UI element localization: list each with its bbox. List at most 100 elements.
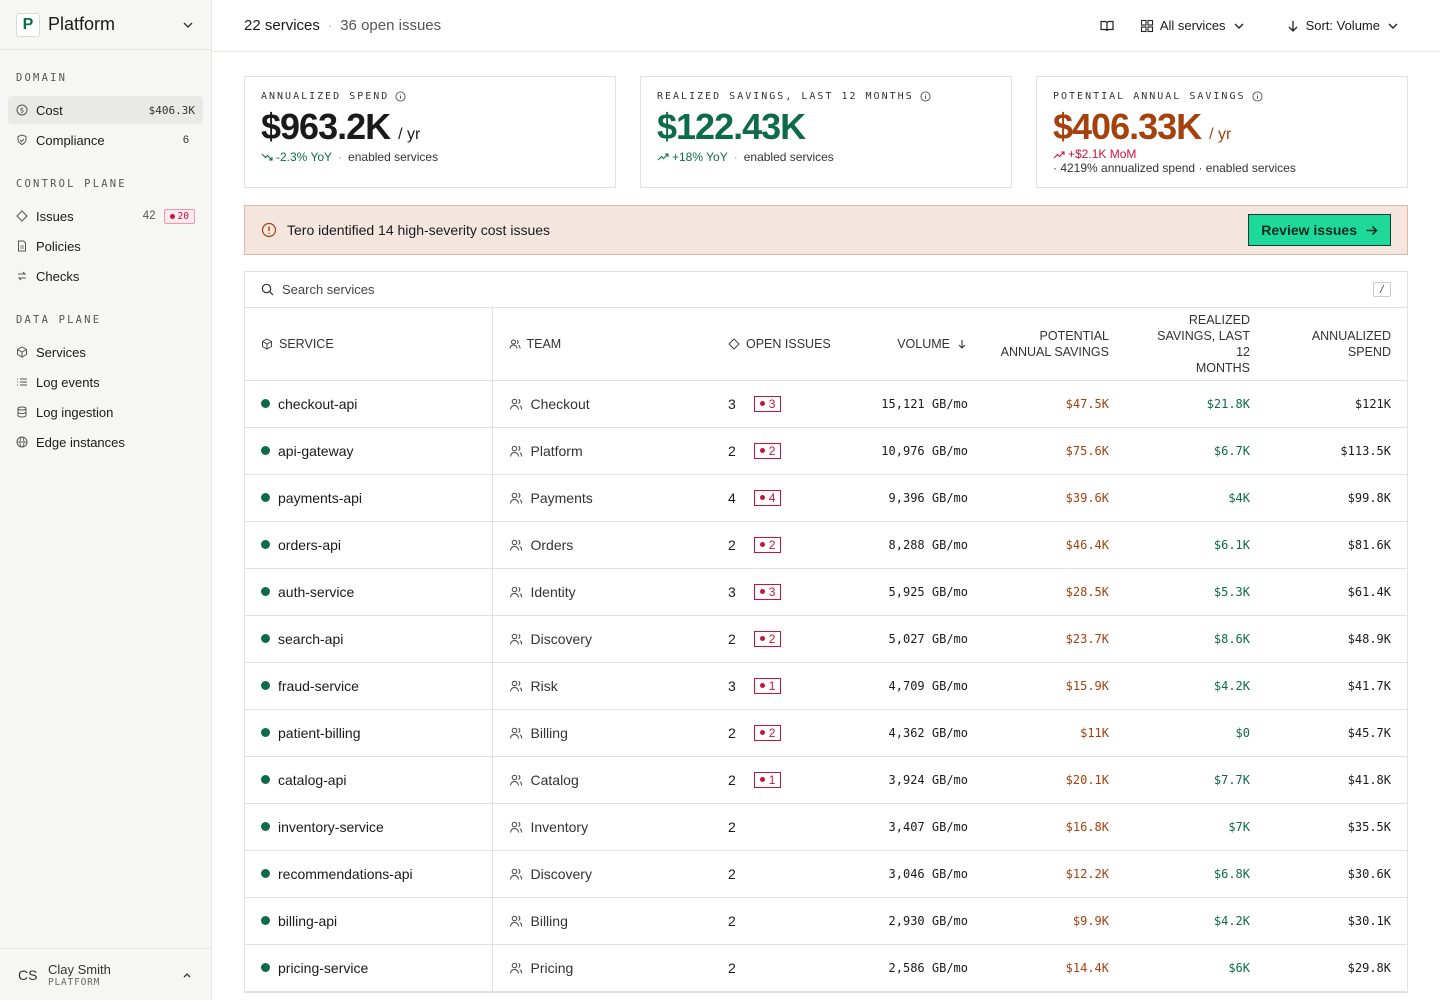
severity-dot-icon — [759, 683, 765, 688]
table-row[interactable]: orders-api Orders 22 8,288 GB/mo $46.4K … — [245, 521, 1407, 569]
volume-cell: 5,925 GB/mo — [858, 568, 984, 616]
open-issues-cell: 33 — [686, 568, 858, 616]
team-cell: Discovery — [492, 850, 686, 898]
issue-count: 2 — [728, 442, 736, 459]
info-icon[interactable] — [1251, 91, 1263, 102]
sidebar-item-services[interactable]: Services — [8, 338, 203, 366]
workspace-switcher[interactable]: P Platform — [0, 0, 211, 50]
service-cell: catalog-api — [245, 756, 493, 804]
issue-count: 3 — [728, 395, 736, 412]
service-name[interactable]: api-gateway — [278, 443, 354, 459]
service-name[interactable]: auth-service — [278, 584, 354, 600]
table-row[interactable]: payments-api Payments 44 9,396 GB/mo $39… — [245, 474, 1407, 522]
sidebar-item-label: Services — [36, 344, 86, 360]
user-menu[interactable]: CS Clay Smith PLATFORM — [0, 948, 211, 1000]
service-filter-dropdown[interactable]: All services — [1132, 12, 1254, 39]
trend-up-icon — [657, 153, 669, 161]
users-icon — [509, 539, 522, 551]
service-name[interactable]: search-api — [278, 631, 343, 647]
severity-dot-icon — [169, 213, 175, 219]
severity-dot-icon — [759, 777, 765, 782]
service-name[interactable]: billing-api — [278, 913, 337, 929]
issue-count: 4 — [728, 489, 736, 506]
service-name[interactable]: catalog-api — [278, 772, 347, 788]
column-header-service[interactable]: SERVICE — [245, 308, 493, 381]
sidebar-item-issues[interactable]: Issues 42 20 — [8, 202, 203, 230]
service-name[interactable]: checkout-api — [278, 396, 357, 412]
sidebar-item-edge-instances[interactable]: Edge instances — [8, 428, 203, 456]
realized-savings-cell: $8.6K — [1125, 615, 1266, 663]
annualized-spend-cell: $30.6K — [1266, 850, 1407, 898]
volume-cell: 3,046 GB/mo — [858, 850, 984, 898]
column-header-volume[interactable]: VOLUME — [858, 308, 984, 381]
card-foot-separator: · — [733, 150, 738, 164]
list-icon — [17, 378, 27, 386]
table-row[interactable]: pricing-service Pricing 2 2,586 GB/mo $1… — [245, 944, 1407, 992]
severity-badge: 2 — [753, 630, 782, 647]
column-header-realized-savings[interactable]: REALIZED SAVINGS, LAST 12 MONTHS — [1125, 308, 1266, 381]
status-dot-icon — [261, 728, 270, 737]
chevron-down-icon — [1388, 23, 1398, 29]
status-dot-icon — [261, 540, 270, 549]
docs-button[interactable] — [1092, 13, 1122, 39]
service-name[interactable]: orders-api — [278, 537, 341, 553]
services-table-container: / SERVICE TEAM — [244, 271, 1408, 993]
table-row[interactable]: auth-service Identity 33 5,925 GB/mo $28… — [245, 568, 1407, 616]
sidebar-item-checks[interactable]: Checks — [8, 262, 203, 290]
table-row[interactable]: fraud-service Risk 31 4,709 GB/mo $15.9K… — [245, 662, 1407, 710]
sidebar-item-log-ingestion[interactable]: Log ingestion — [8, 398, 203, 426]
table-row[interactable]: checkout-api Checkout 33 15,121 GB/mo $4… — [245, 380, 1407, 428]
column-header-annualized-spend[interactable]: ANNUALIZED SPEND — [1266, 308, 1407, 381]
table-row[interactable]: patient-billing Billing 22 4,362 GB/mo $… — [245, 709, 1407, 757]
sidebar-item-compliance[interactable]: Compliance 6 — [8, 126, 203, 154]
table-row[interactable]: billing-api Billing 2 2,930 GB/mo $9.9K … — [245, 897, 1407, 945]
sort-dropdown[interactable]: Sort: Volume — [1278, 12, 1408, 39]
realized-savings-cell: $4.2K — [1125, 662, 1266, 710]
table-row[interactable]: recommendations-api Discovery 2 3,046 GB… — [245, 850, 1407, 898]
sidebar-item-policies[interactable]: Policies — [8, 232, 203, 260]
service-name[interactable]: fraud-service — [278, 678, 359, 694]
sidebar-item-label: Edge instances — [36, 434, 125, 450]
info-icon[interactable] — [395, 91, 406, 102]
review-issues-button[interactable]: Review issues — [1248, 214, 1391, 246]
arrow-down-icon — [1288, 20, 1298, 32]
table-row[interactable]: search-api Discovery 22 5,027 GB/mo $23.… — [245, 615, 1407, 663]
issue-count: 3 — [728, 677, 736, 694]
potential-savings-cell: $75.6K — [984, 427, 1125, 475]
service-name[interactable]: pricing-service — [278, 960, 368, 976]
service-name[interactable]: payments-api — [278, 490, 362, 506]
service-cell: pricing-service — [245, 944, 493, 992]
refresh-icon — [17, 271, 27, 281]
service-cell: payments-api — [245, 474, 493, 522]
column-header-potential-savings[interactable]: POTENTIAL ANNUAL SAVINGS — [984, 308, 1125, 381]
service-name[interactable]: patient-billing — [278, 725, 361, 741]
team-name: Identity — [530, 583, 576, 600]
table-row[interactable]: api-gateway Platform 22 10,976 GB/mo $75… — [245, 427, 1407, 475]
column-header-team[interactable]: TEAM — [492, 308, 686, 381]
open-issues-cell: 2 — [686, 850, 858, 898]
search-input[interactable] — [282, 282, 1373, 297]
severity-count: 2 — [768, 725, 776, 740]
header-label-line: SAVINGS, LAST 12 — [1157, 328, 1250, 359]
info-icon[interactable] — [920, 91, 931, 102]
team-name: Orders — [530, 536, 574, 553]
annualized-spend-cell: $30.1K — [1266, 897, 1407, 945]
service-filter-label: All services — [1159, 18, 1226, 33]
sidebar: P Platform DOMAIN $ Cost $406.3K Complia… — [0, 0, 212, 1000]
users-icon — [509, 962, 522, 974]
header-label-line: MONTHS — [1195, 360, 1250, 375]
table-row[interactable]: catalog-api Catalog 21 3,924 GB/mo $20.1… — [245, 756, 1407, 804]
section-label-data-plane: DATA PLANE — [16, 314, 102, 326]
sidebar-item-log-events[interactable]: Log events — [8, 368, 203, 396]
title-separator: · — [327, 18, 333, 33]
sidebar-item-cost[interactable]: $ Cost $406.3K — [8, 96, 203, 124]
top-bar: 22 services · 36 open issues All service… — [212, 0, 1440, 52]
severity-badge: 3 — [753, 583, 782, 600]
column-header-open-issues[interactable]: OPEN ISSUES — [686, 308, 858, 381]
team-cell: Inventory — [492, 803, 686, 851]
service-name[interactable]: inventory-service — [278, 819, 384, 835]
team-cell: Catalog — [492, 756, 686, 804]
table-row[interactable]: inventory-service Inventory 2 3,407 GB/m… — [245, 803, 1407, 851]
status-dot-icon — [261, 446, 270, 455]
service-name[interactable]: recommendations-api — [278, 866, 413, 882]
